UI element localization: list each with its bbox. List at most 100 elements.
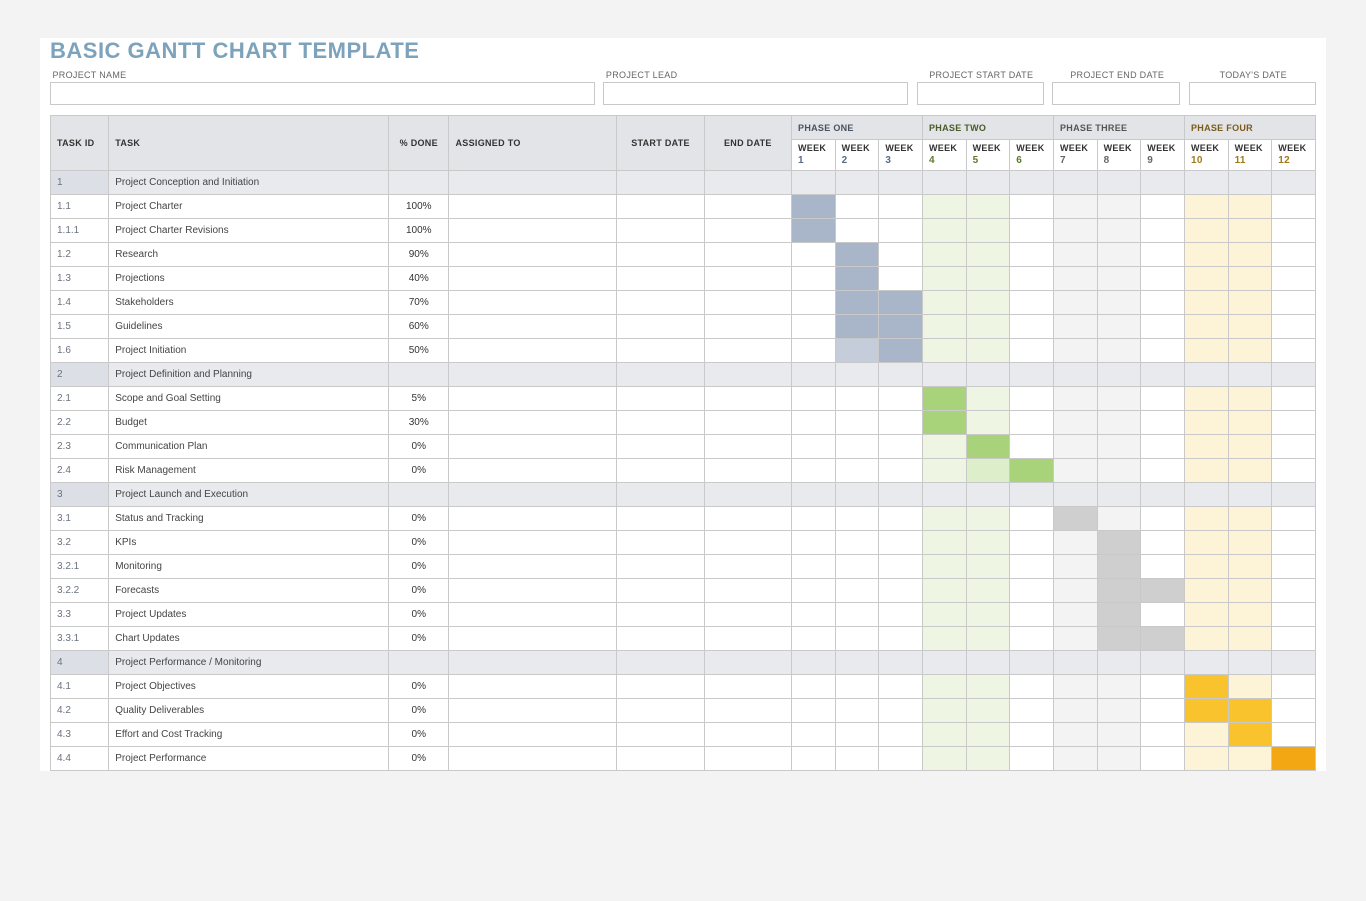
cell-pct-done[interactable]: 50% [389,338,449,362]
cell-week-7[interactable] [1053,746,1097,770]
cell-week-8[interactable] [1097,530,1141,554]
cell-start-date[interactable] [617,698,704,722]
cell-week-10[interactable] [1184,506,1228,530]
cell-task-id[interactable]: 2.2 [51,410,109,434]
cell-week-10[interactable] [1184,242,1228,266]
cell-week-9[interactable] [1141,506,1185,530]
cell-week-5[interactable] [966,314,1010,338]
cell-week-11[interactable] [1228,338,1272,362]
cell-week-8[interactable] [1097,434,1141,458]
cell-week-10[interactable] [1184,458,1228,482]
cell-week-11[interactable] [1228,170,1272,194]
cell-task[interactable]: Project Objectives [109,674,389,698]
cell-week-3[interactable] [879,410,923,434]
cell-task[interactable]: Project Initiation [109,338,389,362]
cell-task[interactable]: Chart Updates [109,626,389,650]
cell-end-date[interactable] [704,314,791,338]
cell-week-10[interactable] [1184,170,1228,194]
cell-week-7[interactable] [1053,242,1097,266]
cell-week-12[interactable] [1272,290,1316,314]
cell-week-9[interactable] [1141,218,1185,242]
cell-week-1[interactable] [792,578,836,602]
cell-week-3[interactable] [879,578,923,602]
cell-week-7[interactable] [1053,458,1097,482]
cell-week-4[interactable] [922,242,966,266]
cell-task-id[interactable]: 1.5 [51,314,109,338]
task-row[interactable]: 2.1Scope and Goal Setting5% [51,386,1316,410]
cell-week-10[interactable] [1184,218,1228,242]
cell-task-id[interactable]: 1.1.1 [51,218,109,242]
cell-end-date[interactable] [704,242,791,266]
cell-assigned-to[interactable] [449,578,617,602]
cell-task[interactable]: Scope and Goal Setting [109,386,389,410]
cell-week-2[interactable] [835,674,879,698]
cell-week-9[interactable] [1141,290,1185,314]
cell-week-4[interactable] [922,194,966,218]
cell-week-1[interactable] [792,410,836,434]
cell-week-5[interactable] [966,722,1010,746]
cell-week-12[interactable] [1272,626,1316,650]
cell-week-4[interactable] [922,482,966,506]
cell-pct-done[interactable]: 0% [389,458,449,482]
cell-week-5[interactable] [966,458,1010,482]
cell-end-date[interactable] [704,578,791,602]
cell-week-11[interactable] [1228,194,1272,218]
cell-week-6[interactable] [1010,674,1054,698]
cell-start-date[interactable] [617,218,704,242]
cell-week-10[interactable] [1184,722,1228,746]
cell-end-date[interactable] [704,458,791,482]
cell-week-2[interactable] [835,530,879,554]
cell-week-3[interactable] [879,602,923,626]
cell-week-1[interactable] [792,554,836,578]
cell-task[interactable]: Project Performance / Monitoring [109,650,389,674]
cell-week-2[interactable] [835,650,879,674]
cell-week-1[interactable] [792,218,836,242]
cell-week-3[interactable] [879,650,923,674]
cell-assigned-to[interactable] [449,746,617,770]
cell-week-6[interactable] [1010,386,1054,410]
cell-week-12[interactable] [1272,386,1316,410]
cell-week-12[interactable] [1272,410,1316,434]
cell-week-4[interactable] [922,698,966,722]
cell-week-9[interactable] [1141,386,1185,410]
cell-assigned-to[interactable] [449,506,617,530]
cell-assigned-to[interactable] [449,242,617,266]
cell-week-5[interactable] [966,218,1010,242]
cell-week-12[interactable] [1272,362,1316,386]
cell-week-7[interactable] [1053,506,1097,530]
cell-week-5[interactable] [966,626,1010,650]
cell-assigned-to[interactable] [449,674,617,698]
cell-week-1[interactable] [792,626,836,650]
cell-task[interactable]: Budget [109,410,389,434]
cell-week-6[interactable] [1010,698,1054,722]
cell-week-8[interactable] [1097,458,1141,482]
cell-week-5[interactable] [966,746,1010,770]
cell-week-5[interactable] [966,266,1010,290]
task-row[interactable]: 3.1Status and Tracking0% [51,506,1316,530]
cell-week-9[interactable] [1141,674,1185,698]
cell-end-date[interactable] [704,482,791,506]
cell-week-3[interactable] [879,290,923,314]
cell-task-id[interactable]: 1.2 [51,242,109,266]
cell-week-12[interactable] [1272,506,1316,530]
cell-week-1[interactable] [792,458,836,482]
cell-assigned-to[interactable] [449,338,617,362]
cell-week-3[interactable] [879,554,923,578]
input-today[interactable] [1189,83,1316,105]
cell-week-2[interactable] [835,338,879,362]
cell-end-date[interactable] [704,194,791,218]
cell-week-9[interactable] [1141,482,1185,506]
cell-week-8[interactable] [1097,554,1141,578]
cell-pct-done[interactable] [389,362,449,386]
cell-week-4[interactable] [922,578,966,602]
cell-pct-done[interactable]: 60% [389,314,449,338]
cell-week-3[interactable] [879,530,923,554]
cell-assigned-to[interactable] [449,554,617,578]
cell-week-6[interactable] [1010,458,1054,482]
cell-week-11[interactable] [1228,242,1272,266]
cell-week-9[interactable] [1141,362,1185,386]
cell-week-3[interactable] [879,626,923,650]
cell-task[interactable]: Status and Tracking [109,506,389,530]
cell-week-4[interactable] [922,170,966,194]
cell-week-8[interactable] [1097,290,1141,314]
